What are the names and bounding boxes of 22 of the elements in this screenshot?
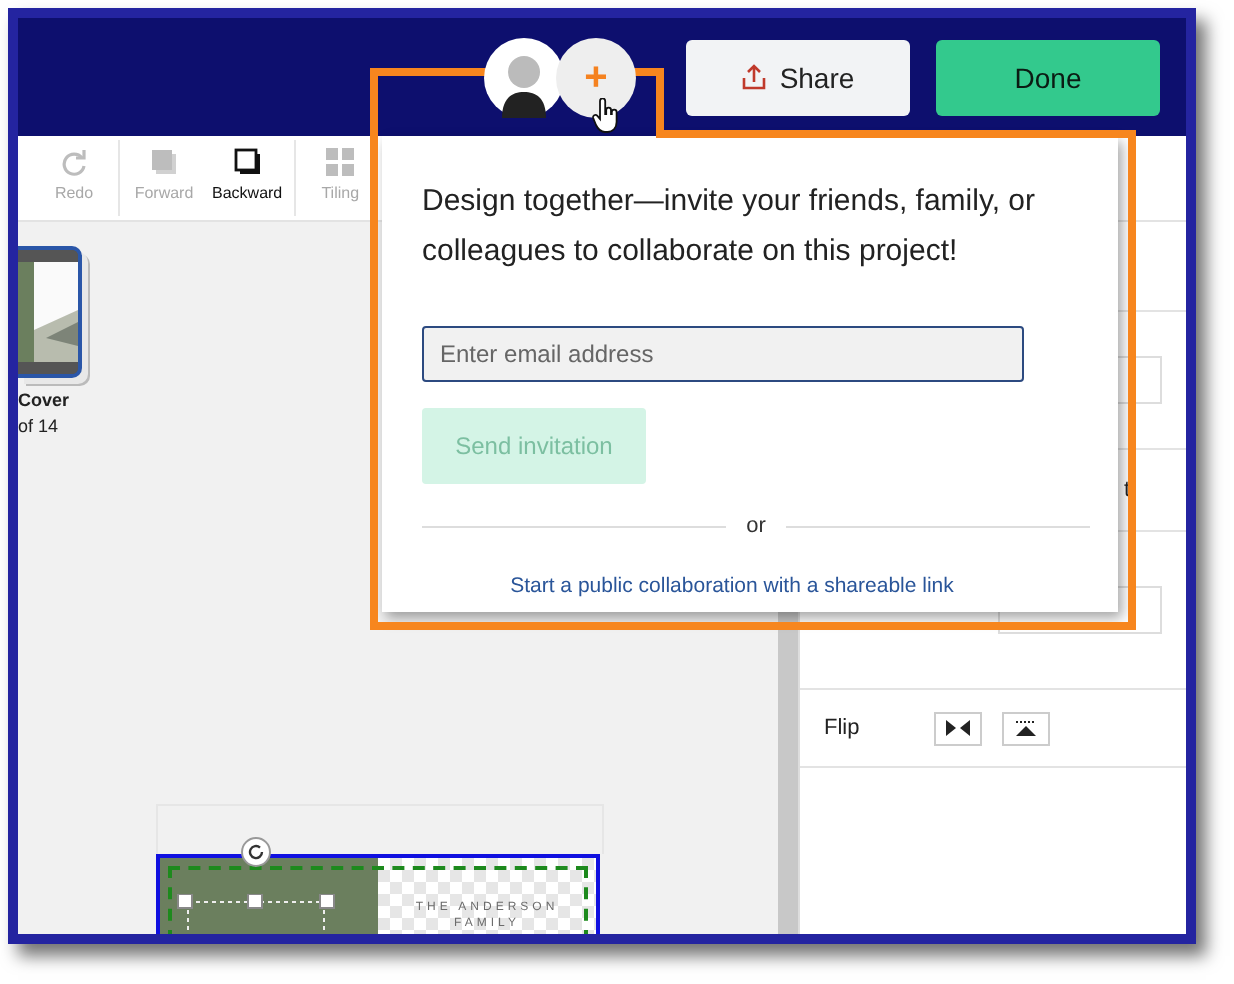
flip-horizontal-icon — [944, 718, 972, 738]
page-count: of 14 — [18, 416, 59, 436]
flip-label: Flip — [824, 716, 862, 740]
share-button[interactable]: Share — [686, 39, 910, 115]
user-avatar[interactable] — [484, 37, 564, 117]
flip-horizontal-button[interactable] — [934, 711, 982, 745]
grid-icon — [326, 148, 355, 176]
rotate-handle-icon[interactable] — [240, 836, 272, 868]
public-collaboration-link[interactable]: Start a public collaboration with a shareable link — [510, 574, 954, 598]
flip-vertical-icon — [1012, 718, 1040, 738]
invite-message: Design together—invite your friends, family, or colleagues to collaborate on this project! — [422, 182, 1038, 272]
send-backward-icon — [233, 148, 262, 176]
toolbar-button[interactable]: Backward — [204, 136, 291, 220]
resize-handles-drawing[interactable] — [176, 894, 336, 934]
flip-vertical-button[interactable] — [1002, 711, 1050, 745]
page-title: Cover — [18, 390, 70, 410]
email-field[interactable]: Enter email address — [422, 326, 1024, 382]
separator-text: or — [746, 514, 766, 538]
share-icon — [741, 64, 766, 90]
redo-icon — [60, 148, 88, 176]
done-button[interactable]: Done — [936, 39, 1160, 115]
bring-forward-icon — [150, 148, 178, 176]
